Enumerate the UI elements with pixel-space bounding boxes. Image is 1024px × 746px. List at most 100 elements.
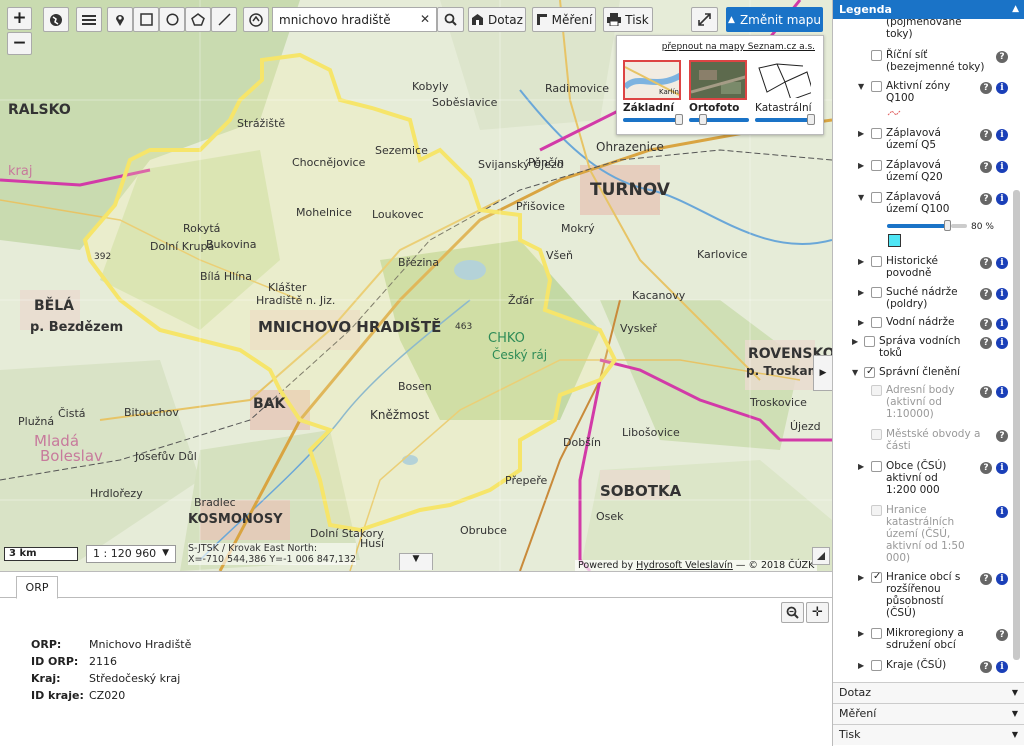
corner-resize-button[interactable] [812,547,830,565]
expand-icon[interactable]: ▼ [858,82,864,91]
legend-checkbox-q5[interactable] [871,128,882,139]
expand-icon[interactable]: ▶ [858,129,864,138]
slider-knob[interactable] [807,114,815,125]
info-icon[interactable]: i [996,193,1008,205]
basemap-zakladni[interactable]: Karlín Základní [623,60,683,125]
search-input[interactable]: mnichovo hradiště ✕ [272,7,437,32]
zoom-in-button[interactable]: + [7,7,32,30]
pan-to-feature-button[interactable]: ✛ [806,602,829,623]
zoom-out-button[interactable]: − [7,32,32,55]
legend-checkbox-ricni-sit[interactable] [871,50,882,61]
help-icon[interactable]: ? [980,386,992,398]
help-icon[interactable]: ? [996,51,1008,63]
info-icon[interactable]: i [996,462,1008,474]
expand-icon[interactable]: ▶ [858,462,864,471]
accordion-dotaz[interactable]: Dotaz ▼ [833,682,1024,703]
accordion-tisk[interactable]: Tisk ▼ [833,724,1024,745]
zoom-to-feature-button[interactable] [781,602,804,623]
basemap-katastralni[interactable]: Katastrální [755,60,815,125]
toggle-legend-button[interactable]: ▶ [813,355,832,391]
legend-checkbox-katastralni[interactable] [871,505,882,516]
legend-scrollbar[interactable] [1013,190,1020,660]
expand-icon[interactable]: ▶ [858,318,864,327]
help-icon[interactable]: ? [980,161,992,173]
legend-checkbox-sprava-toku[interactable] [864,336,875,347]
help-icon[interactable]: ? [980,288,992,300]
slider-knob[interactable] [699,114,708,125]
accordion-mereni[interactable]: Měření ▼ [833,703,1024,724]
help-icon[interactable]: ? [980,661,992,673]
help-icon[interactable]: ? [980,462,992,474]
expand-icon[interactable]: ▶ [858,257,864,266]
fullscreen-button[interactable] [691,7,718,32]
legend-checkbox-obce[interactable] [871,461,882,472]
legend-checkbox-q100[interactable] [871,192,882,203]
search-button[interactable] [437,7,464,32]
seznam-maps-link[interactable]: přepnout na mapy Seznam.cz a.s. [662,42,815,52]
expand-icon[interactable]: ▶ [858,661,864,670]
help-icon[interactable]: ? [996,430,1008,442]
slider-knob[interactable] [944,220,951,231]
info-icon[interactable]: i [996,129,1008,141]
help-icon[interactable]: ? [980,129,992,141]
expand-icon[interactable]: ▶ [858,288,864,297]
basemap-zakladni-opacity-slider[interactable] [623,114,683,125]
basemap-katastralni-opacity-slider[interactable] [755,114,815,125]
polygon-tool-button[interactable] [185,7,211,32]
info-icon[interactable]: i [996,318,1008,330]
legend-checkbox-adresni-body[interactable] [871,385,882,396]
basemap-ortofoto[interactable]: Ortofoto [689,60,749,125]
legend-checkbox-q20[interactable] [871,160,882,171]
info-icon[interactable]: i [996,257,1008,269]
info-icon[interactable]: i [996,82,1008,94]
expand-icon[interactable]: ▶ [858,573,864,582]
scale-select[interactable]: 1 : 120 960 ▼ [86,545,176,563]
line-tool-button[interactable] [211,7,237,32]
menu-button[interactable] [76,7,102,32]
point-tool-button[interactable] [107,7,133,32]
info-icon[interactable]: i [996,661,1008,673]
info-icon[interactable]: i [996,337,1008,349]
info-icon[interactable]: i [996,386,1008,398]
help-icon[interactable]: ? [980,573,992,585]
map-canvas[interactable]: RALSKO TURNOV MNICHOVO HRADIŠTĚ BĚLÁ p. … [0,0,832,571]
info-icon[interactable]: i [996,288,1008,300]
help-icon[interactable]: ? [980,337,992,349]
tisk-button[interactable]: Tisk [603,7,653,32]
clear-search-icon[interactable]: ✕ [420,12,430,26]
tab-orp[interactable]: ORP [16,576,58,599]
info-icon[interactable]: i [996,161,1008,173]
legend-checkbox-suche-nadrze[interactable] [871,287,882,298]
help-icon[interactable]: ? [980,193,992,205]
legend-checkbox-mikroregiony[interactable] [871,628,882,639]
rectangle-tool-button[interactable] [133,7,159,32]
help-icon[interactable]: ? [996,629,1008,641]
cursor-location-button[interactable] [243,7,269,32]
expand-icon[interactable]: ▼ [858,193,864,202]
legend-checkbox-mestske-obvody[interactable] [871,429,882,440]
basemap-ortofoto-opacity-slider[interactable] [689,114,749,125]
attribution-link[interactable]: Hydrosoft Veleslavín [636,560,733,571]
legend-checkbox-spravni-cleneni[interactable] [864,366,875,378]
info-icon[interactable]: i [996,573,1008,585]
legend-checkbox-vodni-nadrze[interactable] [871,317,882,328]
dotaz-button[interactable]: Dotaz [468,7,526,32]
help-icon[interactable]: ? [980,82,992,94]
slider-knob[interactable] [675,114,683,125]
help-icon[interactable]: ? [980,318,992,330]
legend-checkbox-aktivni-zony[interactable] [871,81,882,92]
legend-checkbox-hranice-orp[interactable] [871,571,882,583]
legend-header[interactable]: Legenda ▲ [833,0,1024,19]
legend-checkbox-kraje[interactable] [871,660,882,671]
mereni-button[interactable]: Měření [532,7,596,32]
expand-icon[interactable]: ▼ [852,368,858,377]
expand-icon[interactable]: ▶ [858,629,864,638]
change-map-button[interactable]: ▲ Změnit mapu [726,7,823,32]
circle-tool-button[interactable] [159,7,185,32]
info-icon[interactable]: i [996,506,1008,518]
expand-icon[interactable]: ▶ [852,337,858,346]
expand-icon[interactable]: ▶ [858,161,864,170]
globe-button[interactable] [43,7,69,32]
help-icon[interactable]: ? [980,257,992,269]
legend-checkbox-historicke[interactable] [871,256,882,267]
